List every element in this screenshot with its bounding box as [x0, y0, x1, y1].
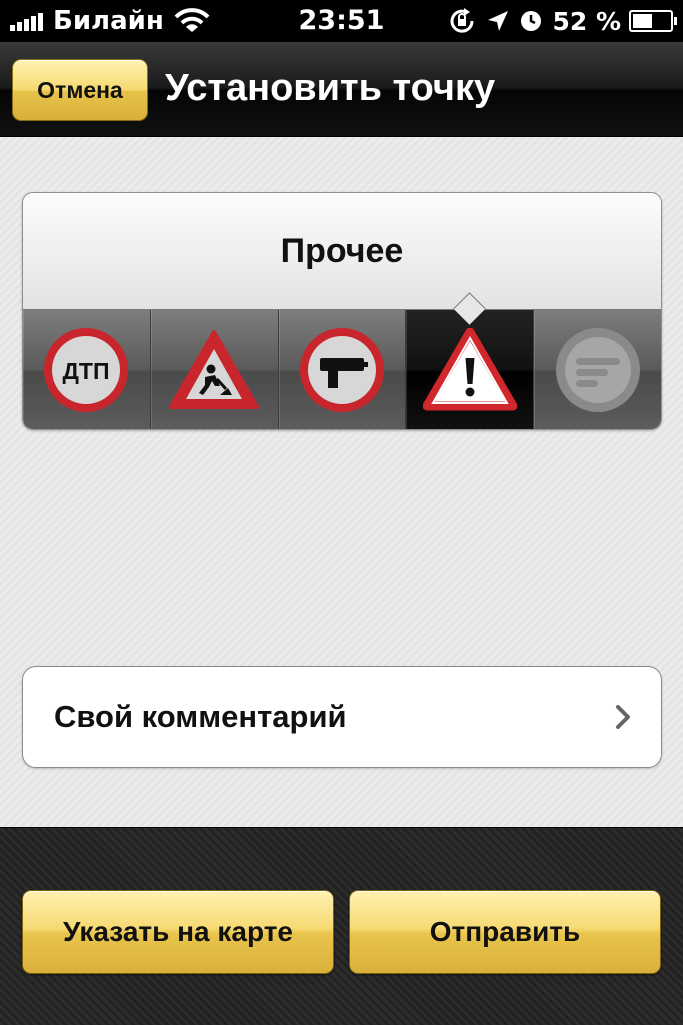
road-works-sign-icon [169, 329, 260, 409]
category-speed-camera[interactable] [278, 310, 407, 429]
selected-category-label: Прочее [23, 193, 661, 310]
status-right: 52 % [448, 6, 677, 36]
speed-camera-sign-icon [299, 327, 384, 412]
bottom-toolbar: Указать на карте Отправить [0, 827, 683, 1025]
alarm-clock-icon [521, 11, 542, 31]
battery-percent: 52 % [552, 6, 621, 36]
location-arrow-icon [488, 11, 509, 31]
warning-sign-icon [422, 327, 517, 410]
navigation-bar: Отмена Установить точку [0, 42, 683, 137]
category-road-works[interactable] [150, 310, 279, 429]
custom-comment-row[interactable]: Свой комментарий [22, 666, 662, 768]
category-accident[interactable]: ДТП [23, 310, 151, 429]
page-title: Установить точку [165, 67, 496, 109]
comment-bubble-icon [555, 327, 640, 412]
status-bar: Билайн 23:51 52 % [0, 0, 683, 42]
cancel-button[interactable]: Отмена [12, 59, 148, 121]
custom-comment-label: Свой комментарий [54, 699, 347, 734]
category-icons-row: ДТП [23, 310, 661, 429]
chevron-right-icon [616, 705, 630, 729]
accident-sign-text: ДТП [63, 358, 110, 384]
show-on-map-button[interactable]: Указать на карте [22, 890, 334, 974]
category-comment[interactable] [534, 310, 661, 429]
battery-icon [629, 10, 677, 32]
battery-level [633, 14, 652, 28]
accident-sign-icon: ДТП [44, 327, 129, 412]
category-picker: Прочее ДТП [22, 192, 662, 430]
rotation-lock-icon [450, 8, 474, 33]
main-content: Прочее ДТП Свой комментарий [0, 137, 683, 827]
category-other[interactable] [406, 310, 535, 429]
send-button[interactable]: Отправить [349, 890, 661, 974]
